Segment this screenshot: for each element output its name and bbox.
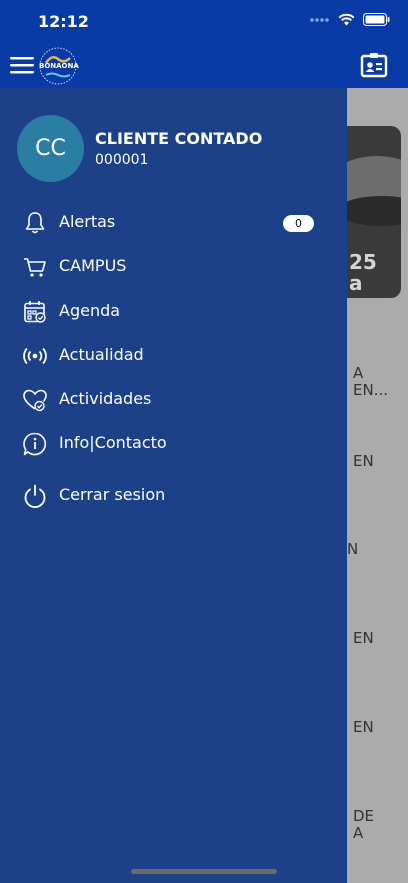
menu-label-news: Actualidad xyxy=(59,345,144,364)
home-indicator[interactable] xyxy=(131,869,277,874)
featured-text-line2: a xyxy=(349,271,363,295)
list-item[interactable]: EN xyxy=(353,719,374,736)
status-bar: 12:12 xyxy=(0,0,408,44)
broadcast-icon xyxy=(23,347,47,365)
list-item[interactable]: EN xyxy=(353,453,374,470)
logo-text: BONAONA xyxy=(39,62,79,70)
heart-check-icon xyxy=(23,389,47,412)
menu-item-logout[interactable]: Cerrar sesion xyxy=(0,475,347,515)
list-item[interactable]: A EN... xyxy=(353,365,388,399)
status-icons xyxy=(310,13,390,26)
menu-item-campus[interactable]: CAMPUS xyxy=(0,246,347,286)
status-time: 12:12 xyxy=(38,12,89,31)
signal-icon xyxy=(310,17,329,22)
shopping-cart-icon xyxy=(24,258,46,277)
user-code: 000001 xyxy=(95,152,149,168)
menu-item-news[interactable]: Actualidad xyxy=(0,335,347,375)
bell-icon xyxy=(25,212,45,234)
info-chat-icon xyxy=(23,432,47,456)
menu-item-activities[interactable]: Actividades xyxy=(0,379,347,419)
calendar-check-icon xyxy=(24,301,46,323)
side-drawer: CC CLIENTE CONTADO 000001 Alertas 0 CAMP… xyxy=(0,88,347,883)
menu-label-info-contact: Info|Contacto xyxy=(59,433,167,452)
wifi-icon xyxy=(338,13,355,26)
menu-item-info-contact[interactable]: Info|Contacto xyxy=(0,423,347,463)
top-bar: BONAONA xyxy=(0,44,408,88)
menu-label-campus: CAMPUS xyxy=(59,256,127,275)
menu-label-agenda: Agenda xyxy=(59,301,121,320)
list-item[interactable]: EN xyxy=(353,630,374,647)
user-name: CLIENTE CONTADO xyxy=(95,129,263,148)
avatar[interactable]: CC xyxy=(17,115,84,182)
menu-label-activities: Actividades xyxy=(59,389,152,408)
id-card-icon[interactable] xyxy=(360,52,388,78)
list-item[interactable]: DE A xyxy=(353,808,374,842)
featured-image[interactable]: 25 a xyxy=(347,126,401,298)
power-icon xyxy=(24,484,46,508)
menu-item-agenda[interactable]: Agenda xyxy=(0,291,347,331)
list-item[interactable]: N xyxy=(347,541,358,558)
alerts-count-badge: 0 xyxy=(283,215,314,232)
background-content: 25 a A EN... EN N EN EN DE A xyxy=(347,88,408,883)
menu-icon[interactable] xyxy=(10,55,34,75)
menu-label-logout: Cerrar sesion xyxy=(59,485,166,504)
menu-label-alerts: Alertas xyxy=(59,212,116,231)
battery-icon xyxy=(363,13,390,26)
